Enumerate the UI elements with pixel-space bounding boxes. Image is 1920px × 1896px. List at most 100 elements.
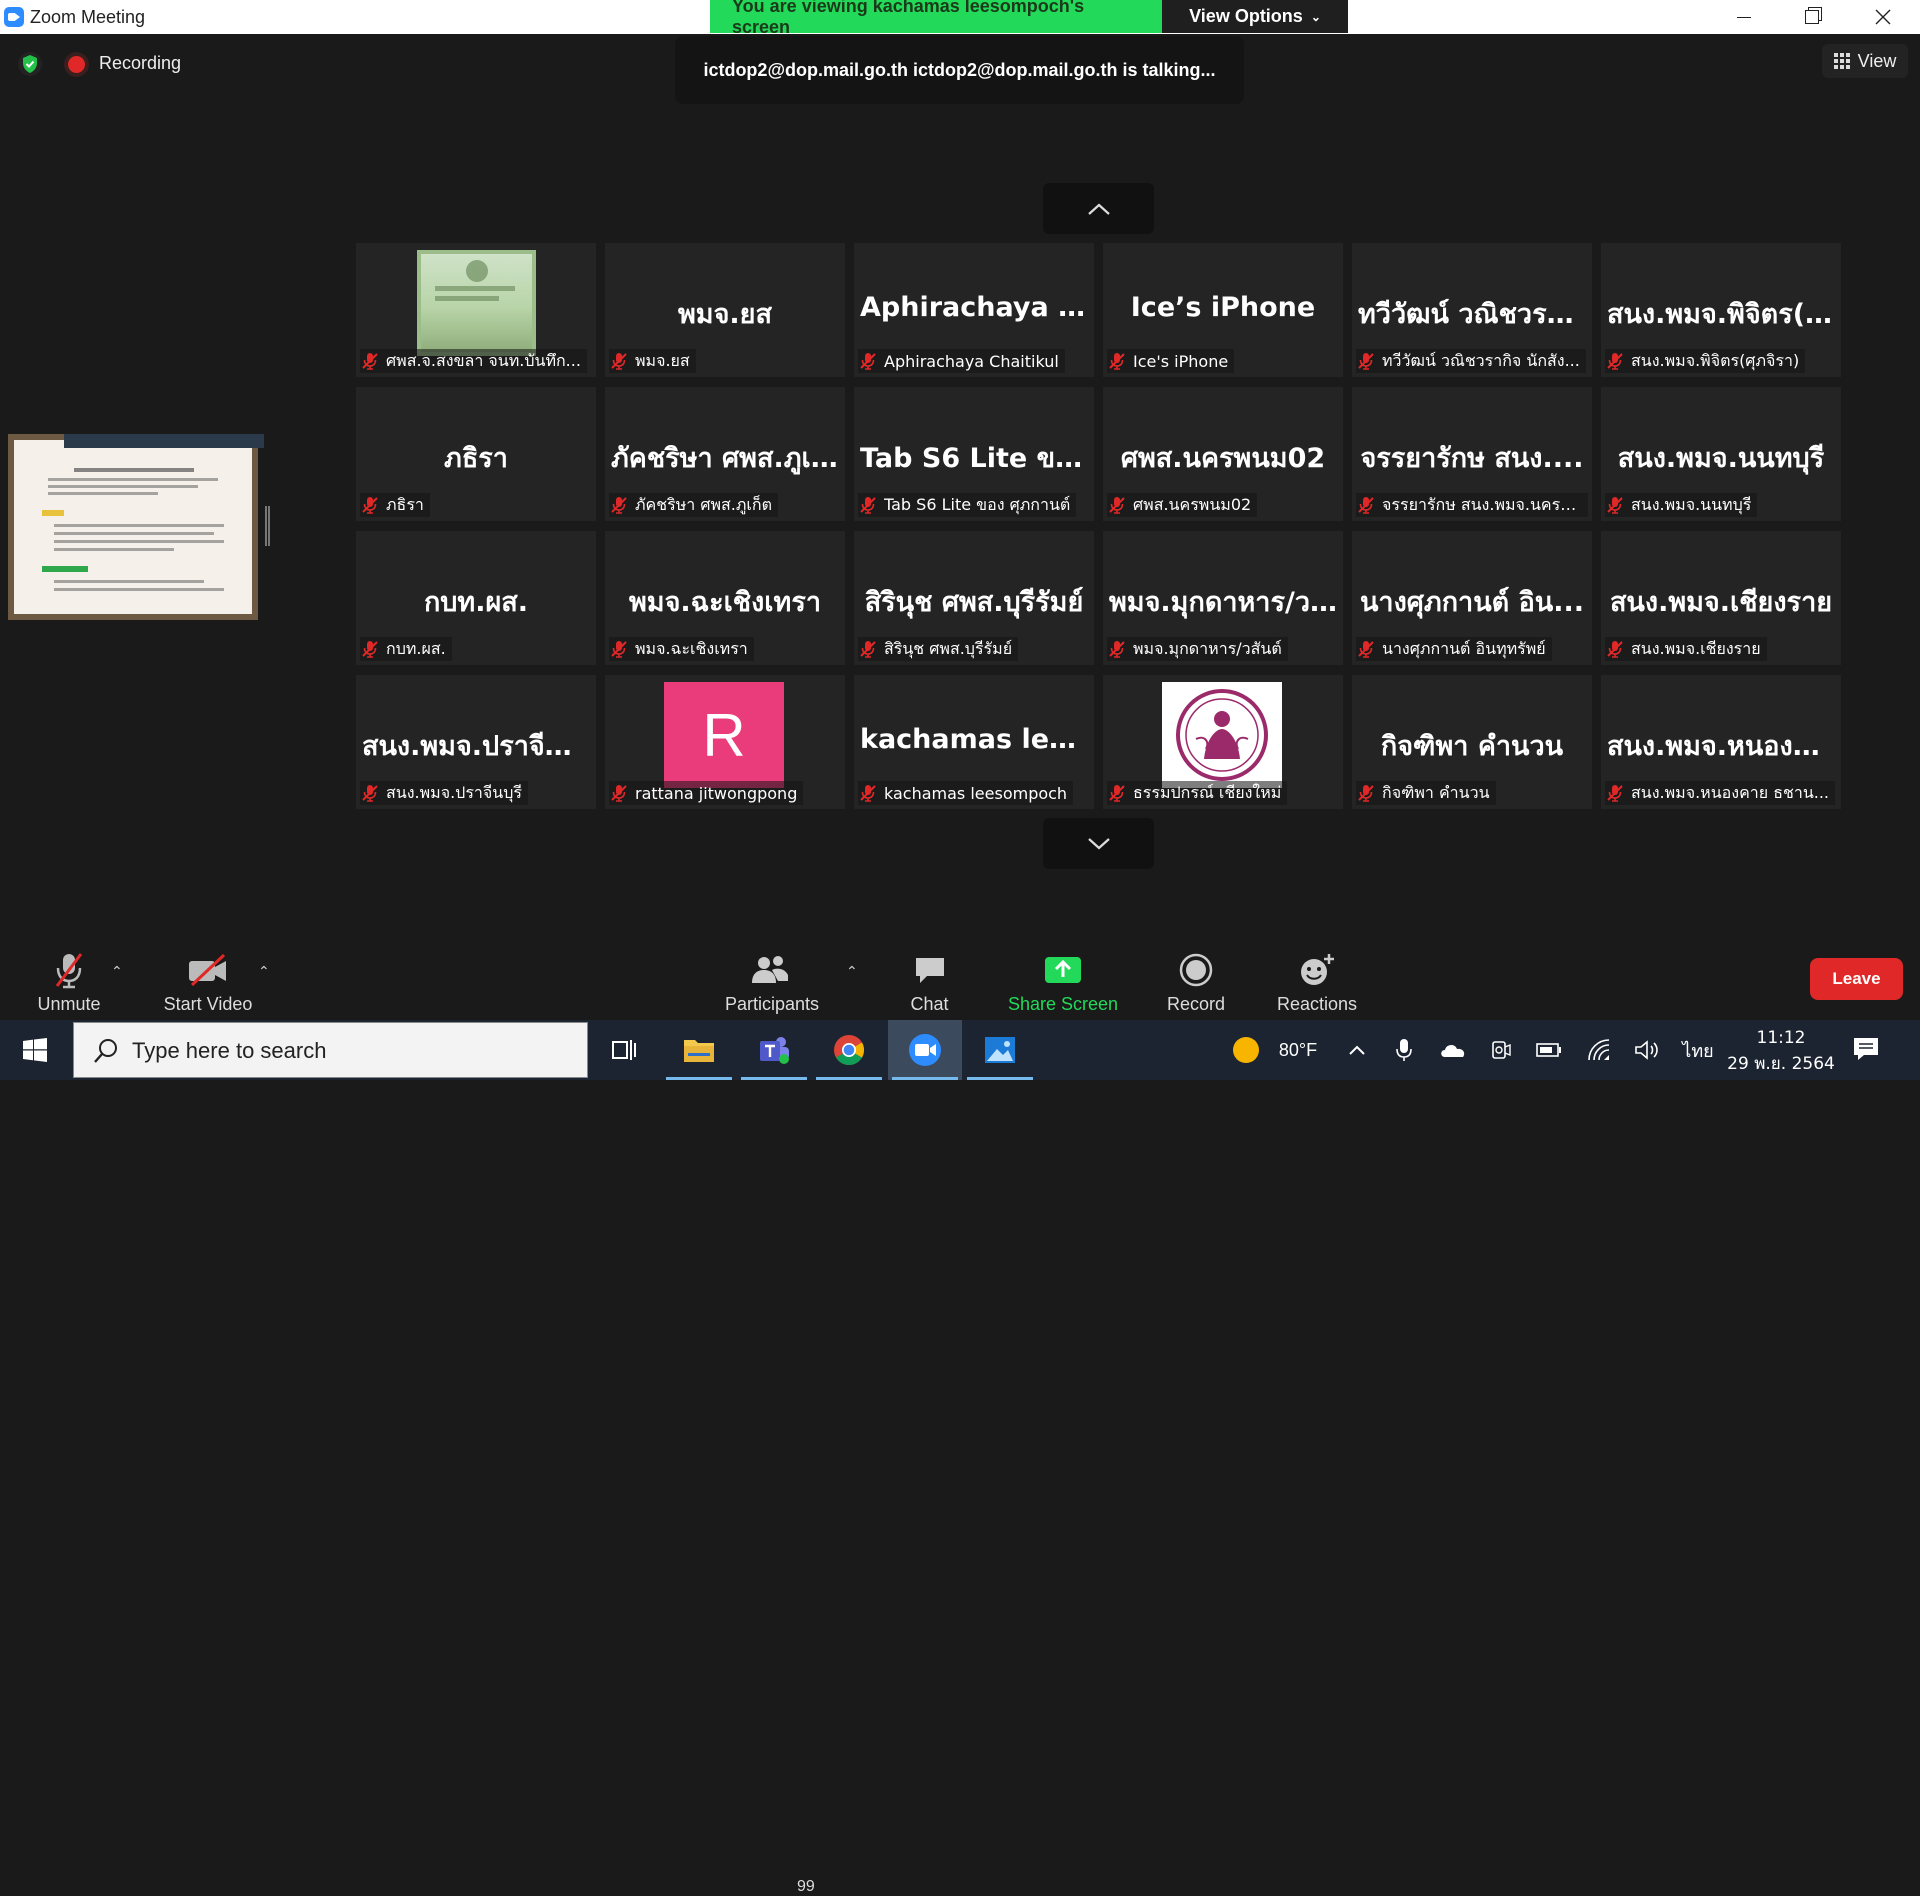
battery-tray-icon[interactable]	[1534, 1020, 1564, 1080]
chat-icon	[915, 958, 944, 983]
input-language-indicator[interactable]: ไทย	[1680, 1020, 1716, 1080]
search-placeholder: Type here to search	[132, 1038, 327, 1063]
participant-tile[interactable]: Ice’s iPhone Ice's iPhone	[1103, 243, 1343, 377]
photos-icon	[985, 1037, 1015, 1063]
participant-display-name: kachamas leeso...	[860, 724, 1094, 755]
next-page-button[interactable]	[1043, 818, 1154, 869]
weather-temperature[interactable]: 80°F	[1272, 1020, 1324, 1080]
participant-tile[interactable]: พมจ.มุกดาหาร/ว... พมจ.มุกดาหาร/วสันต์	[1103, 531, 1343, 665]
microphone-tray-icon[interactable]	[1392, 1020, 1416, 1080]
leave-button[interactable]: Leave	[1810, 958, 1903, 1000]
participant-display-name: นางศุภกานต์ อิน...	[1359, 587, 1585, 618]
notifications-icon[interactable]	[1852, 1036, 1880, 1062]
wifi-tray-icon[interactable]	[1584, 1020, 1614, 1080]
participant-tile[interactable]: กบท.ผส. กบท.ผส.	[356, 531, 596, 665]
participant-tile[interactable]: Tab S6 Lite ของ... Tab S6 Lite ของ ศุภกา…	[854, 387, 1094, 521]
participant-display-name: สนง.พมจ.พิจิตร(...	[1607, 299, 1836, 330]
chrome-taskbar-button[interactable]	[812, 1020, 886, 1080]
participant-name-label: ทวีวัฒน์ วณิชวรากิจ นักสัง...	[1382, 350, 1580, 370]
encryption-shield-icon[interactable]	[18, 52, 42, 76]
participant-tile[interactable]: Aphirachaya Ch... Aphirachaya Chaitikul	[854, 243, 1094, 377]
participant-tile[interactable]: ศพส.นครพนม02 ศพส.นครพนม02	[1103, 387, 1343, 521]
muted-mic-icon	[362, 785, 378, 802]
photos-taskbar-button[interactable]	[963, 1020, 1037, 1080]
participant-tile[interactable]: นางศุภกานต์ อิน... นางศุภกานต์ อินทุทรัพ…	[1352, 531, 1592, 665]
participant-name-bar: ทวีวัฒน์ วณิชวรากิจ นักสัง...	[1356, 349, 1586, 373]
show-hidden-icons-button[interactable]	[1342, 1020, 1372, 1080]
volume-tray-icon[interactable]	[1632, 1020, 1662, 1080]
zoom-taskbar-button[interactable]	[888, 1020, 962, 1080]
meeting-toolbar: Unmute ⌃ Start Video ⌃ Participants 99 ⌃	[0, 926, 1920, 1895]
weather-widget[interactable]	[1226, 1020, 1266, 1080]
participant-name-bar: สนง.พมจ.ปราจีนบุรี	[360, 781, 528, 805]
participant-tile[interactable]: จรรยารักษ สนง.... จรรยารักษ สนง.พมจ.นครร…	[1352, 387, 1592, 521]
meet-now-tray-icon[interactable]	[1488, 1020, 1514, 1080]
folder-icon	[684, 1040, 714, 1062]
teams-taskbar-button[interactable]	[737, 1020, 811, 1080]
participant-tile[interactable]: ธรรมปกรณ์ เชียงใหม่	[1103, 675, 1343, 809]
shield-check-icon	[23, 55, 37, 73]
sun-icon	[1233, 1037, 1259, 1063]
view-layout-button[interactable]: View	[1822, 44, 1908, 78]
view-options-button[interactable]: View Options ⌄	[1162, 0, 1348, 33]
participant-tile[interactable]: kachamas leeso... kachamas leesompoch	[854, 675, 1094, 809]
participant-tile[interactable]: สนง.พมจ.เชียงราย สนง.พมจ.เชียงราย	[1601, 531, 1841, 665]
taskbar-search-box[interactable]: Type here to search	[73, 1022, 588, 1078]
participant-name-label: Aphirachaya Chaitikul	[884, 351, 1059, 371]
participant-tile[interactable]: สนง.พมจ.นนทบุรี สนง.พมจ.นนทบุรี	[1601, 387, 1841, 521]
unmute-button[interactable]: Unmute	[30, 926, 108, 1020]
participant-name-label: สนง.พมจ.พิจิตร(ศุภจิรา)	[1631, 350, 1800, 370]
taskbar-clock[interactable]: 11:12 29 พ.ย. 2564	[1725, 1025, 1837, 1077]
unmute-label: Unmute	[37, 994, 101, 1014]
task-view-button[interactable]	[587, 1020, 661, 1080]
share-screen-button[interactable]: Share Screen	[1003, 926, 1123, 1020]
participant-tile[interactable]: สนง.พมจ.ปราจีน... สนง.พมจ.ปราจีนบุรี	[356, 675, 596, 809]
participant-tile[interactable]: สนง.พมจ.พิจิตร(... สนง.พมจ.พิจิตร(ศุภจิร…	[1601, 243, 1841, 377]
search-icon	[94, 1039, 117, 1063]
participant-tile[interactable]: ศพส.จ.สงขลา จนท.บันทึก...	[356, 243, 596, 377]
teams-icon	[760, 1037, 789, 1064]
video-options-caret[interactable]: ⌃	[258, 964, 270, 980]
close-button[interactable]	[1849, 0, 1917, 34]
participant-tile[interactable]: R rattana jitwongpong	[605, 675, 845, 809]
start-button[interactable]	[0, 1020, 70, 1080]
muted-mic-icon	[1358, 353, 1374, 370]
profile-seal-image	[1162, 682, 1282, 788]
participants-button[interactable]: Participants	[720, 926, 824, 1020]
participant-tile[interactable]: พมจ.ยส พมจ.ยส	[605, 243, 845, 377]
record-button[interactable]: Record	[1160, 926, 1232, 1020]
share-screen-icon	[1045, 957, 1081, 983]
panel-resize-handle[interactable]	[265, 506, 270, 546]
shared-slide-preview	[8, 434, 264, 620]
muted-mic-icon	[1607, 641, 1623, 658]
video-thumbnail	[417, 250, 536, 356]
participants-options-caret[interactable]: ⌃	[846, 964, 858, 980]
participants-label: Participants	[724, 994, 820, 1014]
participant-tile[interactable]: สนง.พมจ.หนองค... สนง.พมจ.หนองคาย ธชาน...	[1601, 675, 1841, 809]
participant-name-bar: สนง.พมจ.นนทบุรี	[1605, 493, 1758, 517]
active-speaker-notice: ictdop2@dop.mail.go.th ictdop2@dop.mail.…	[675, 36, 1244, 104]
participant-tile[interactable]: ภัคชริษา ศพส.ภูเ... ภัคชริษา ศพส.ภูเก็ต	[605, 387, 845, 521]
participant-tile[interactable]: ทวีวัฒน์ วณิชวรา... ทวีวัฒน์ วณิชวรากิจ …	[1352, 243, 1592, 377]
onedrive-tray-icon[interactable]	[1438, 1020, 1468, 1080]
battery-icon	[1536, 1043, 1561, 1057]
participant-tile[interactable]: พมจ.ฉะเชิงเทรา พมจ.ฉะเชิงเทรา	[605, 531, 845, 665]
maximize-button[interactable]	[1778, 0, 1846, 34]
participant-tile[interactable]: กิจฑิพา คำนวน กิจฑิพา คำนวน	[1352, 675, 1592, 809]
file-explorer-taskbar-button[interactable]	[662, 1020, 736, 1080]
participant-tile[interactable]: ภธิรา ภธิรา	[356, 387, 596, 521]
shared-screen-thumbnail[interactable]	[8, 434, 264, 620]
reactions-button[interactable]: Reactions	[1270, 926, 1364, 1020]
participant-display-name: สนง.พมจ.หนองค...	[1607, 731, 1841, 762]
participant-name-bar: พมจ.ยส	[609, 349, 696, 373]
muted-mic-icon	[611, 641, 627, 658]
participant-name-bar: จรรยารักษ สนง.พมจ.นครร...	[1356, 493, 1588, 517]
minimize-button[interactable]	[1710, 0, 1778, 34]
start-video-button[interactable]: Start Video	[158, 926, 258, 1020]
chat-button[interactable]: Chat	[892, 926, 967, 1020]
muted-mic-icon	[1358, 641, 1374, 658]
participant-display-name: ศพส.นครพนม02	[1120, 443, 1326, 474]
participant-tile[interactable]: สิรินุช ศพส.บุรีรัมย์ สิรินุช ศพส.บุรีรั…	[854, 531, 1094, 665]
previous-page-button[interactable]	[1043, 183, 1154, 234]
audio-options-caret[interactable]: ⌃	[111, 964, 123, 980]
